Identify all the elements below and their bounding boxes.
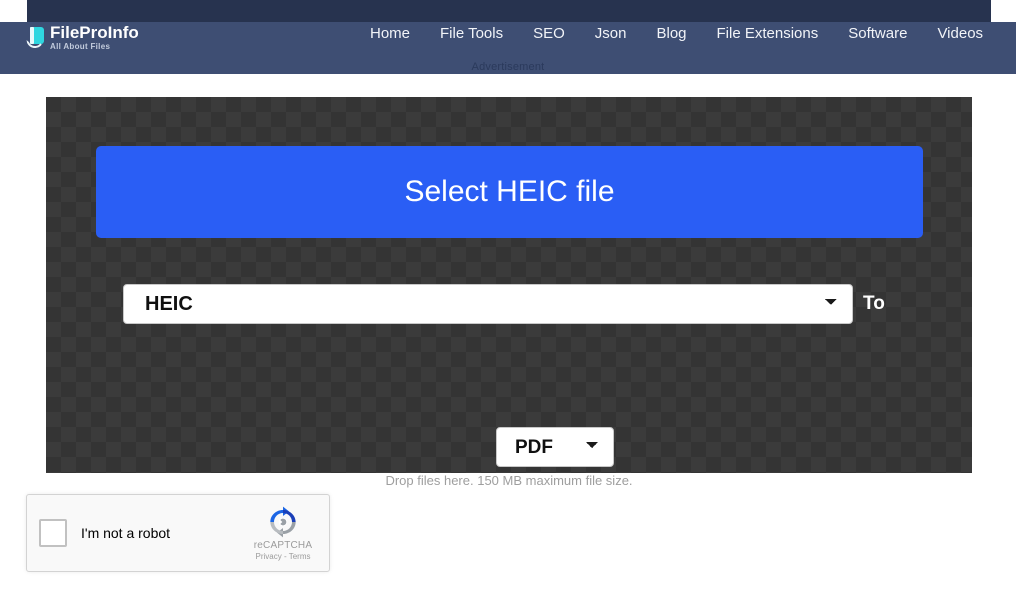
recaptcha-label: I'm not a robot [81,525,171,541]
to-label: To [863,293,885,314]
file-pro-info-logo-icon [26,26,45,49]
drop-files-hint: Drop files here. 150 MB maximum file siz… [385,473,633,488]
logo-text: FileProInfo All About Files [50,24,139,51]
nav-item-home[interactable]: Home [370,25,410,42]
nav-item-videos[interactable]: Videos [937,25,983,42]
primary-navigation: Home File Tools SEO Json Blog File Exten… [370,25,1000,42]
advertisement-label: Advertisement [471,61,545,73]
top-dark-band [27,0,991,22]
recaptcha-brand-name: reCAPTCHA [253,539,313,551]
logo-tagline: All About Files [50,42,111,51]
format-selection-row: HEIC To [46,284,972,324]
recaptcha-checkbox[interactable] [39,519,67,547]
nav-item-blog[interactable]: Blog [656,25,686,42]
site-logo[interactable]: FileProInfo All About Files [26,24,139,51]
source-format-select[interactable]: HEIC [123,284,853,324]
nav-item-file-extensions[interactable]: File Extensions [717,25,819,42]
nav-item-json[interactable]: Json [595,25,627,42]
recaptcha-branding: reCAPTCHA Privacy - Terms [243,506,323,561]
recaptcha-logo-icon [267,506,299,538]
logo-title: FileProInfo [50,23,139,42]
nav-item-file-tools[interactable]: File Tools [440,25,503,42]
recaptcha-widget[interactable]: I'm not a robot reCAPTCHA Privacy - Term… [26,494,330,572]
recaptcha-legal-links[interactable]: Privacy - Terms [256,552,311,561]
file-converter-panel: Select HEIC file HEIC To PDF Drop files … [46,97,972,488]
select-file-button[interactable]: Select HEIC file [96,146,923,238]
nav-item-software[interactable]: Software [848,25,907,42]
nav-item-seo[interactable]: SEO [533,25,565,42]
target-format-select[interactable]: PDF [496,427,614,467]
